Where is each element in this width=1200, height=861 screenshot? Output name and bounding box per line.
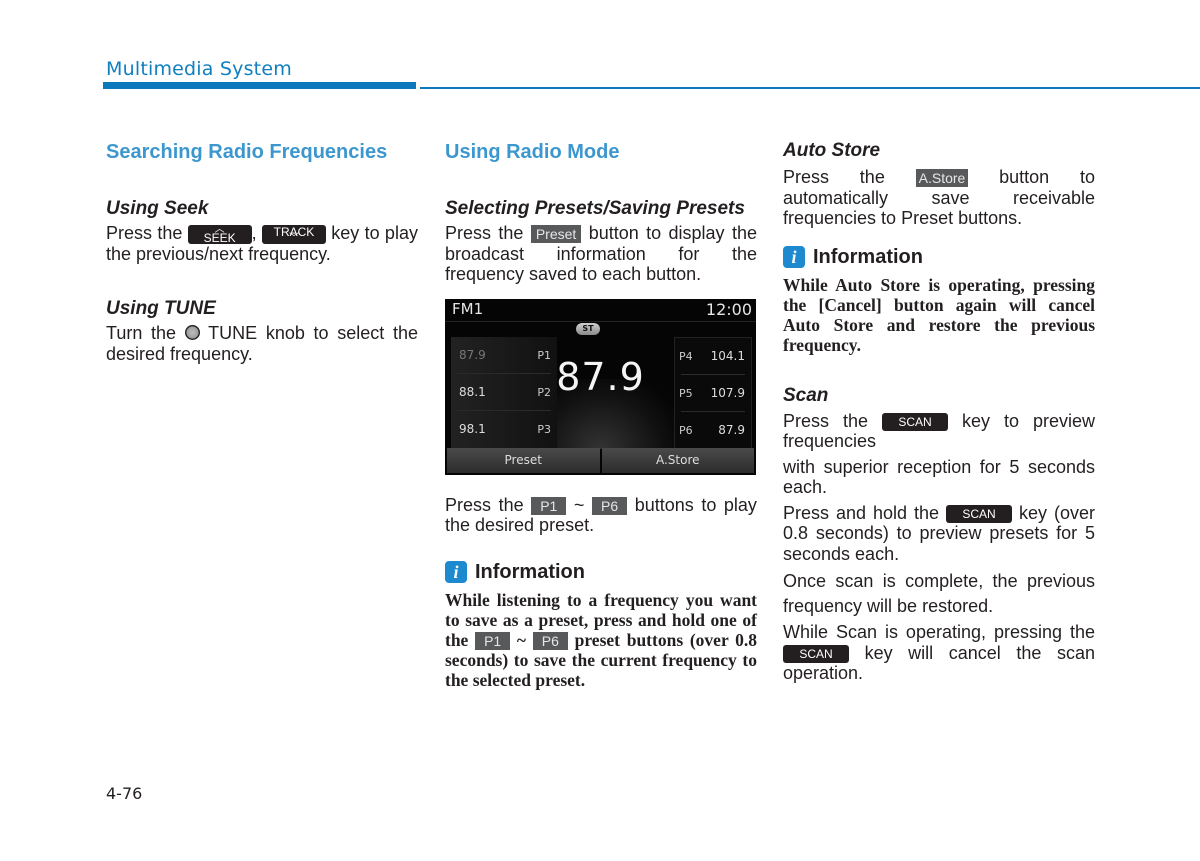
preset-p4[interactable]: P4 104.1: [675, 338, 751, 375]
scan-paragraph-1: Press the SCAN key to preview frequencie…: [783, 410, 1095, 452]
section-title-searching: Searching Radio Frequencies: [106, 141, 388, 163]
preset-p2[interactable]: 88.1 P2: [451, 374, 557, 411]
subtitle-using-seek: Using Seek: [106, 198, 209, 219]
seek-key: ︿ SEEK: [187, 224, 252, 245]
header-bar: [103, 82, 416, 89]
scan-key: SCAN: [783, 644, 849, 663]
radio-screen: FM1 12:00 ST 87.9 87.9 P1 88.1 P2 98.1 P…: [445, 298, 756, 475]
page-number: 4-76: [106, 784, 143, 803]
header-rule: [420, 87, 1200, 89]
chevron-down-icon: ﹀: [288, 232, 299, 244]
info-icon: i: [445, 561, 467, 583]
screen-topbar: FM1 12:00: [445, 299, 756, 322]
track-key: TRACK ﹀: [261, 224, 326, 244]
info-icon: i: [783, 246, 805, 268]
scan-key: SCAN: [882, 412, 948, 431]
scan-paragraph-4: Once scan is complete, the previous freq…: [783, 571, 1095, 616]
p6-key: P6: [592, 496, 628, 515]
column-searching: Searching Radio Frequencies Using Seek P…: [106, 140, 418, 364]
column-radio-mode: Using Radio Mode Selecting Presets/Savin…: [445, 140, 757, 690]
astore-key: A.Store: [915, 169, 969, 188]
info-heading: i Information: [445, 561, 757, 584]
stereo-badge: ST: [576, 322, 600, 335]
preset-key: Preset: [530, 225, 582, 244]
subtitle-scan: Scan: [783, 384, 829, 406]
p1-key: P1: [531, 496, 567, 515]
screen-preset-button[interactable]: Preset: [447, 447, 600, 473]
scan-paragraph-2: with superior reception for 5 seconds ea…: [783, 456, 1095, 498]
preset-p5[interactable]: P5 107.9: [675, 375, 751, 412]
header-title: Multimedia System: [106, 58, 292, 80]
seek-paragraph: Press the ︿ SEEK, TRACK ﹀ key to play the …: [106, 223, 418, 264]
subtitle-using-tune: Using TUNE: [106, 298, 216, 320]
info-paragraph-autostore: While Auto Store is operating, pressing …: [783, 274, 1095, 355]
p1-key: P1: [475, 632, 511, 651]
preset-paragraph: Press the Preset button to display the b…: [445, 223, 757, 284]
scan-key: SCAN: [946, 504, 1012, 523]
screen-button-bar: Preset A.Store: [447, 447, 754, 473]
preset-p6[interactable]: P6 87.9: [675, 412, 751, 449]
clock: 12:00: [705, 299, 752, 319]
screen-astore-button[interactable]: A.Store: [601, 447, 754, 473]
left-presets: 87.9 P1 88.1 P2 98.1 P3: [451, 336, 557, 449]
scan-paragraph-5: While Scan is operating, pressing the SC…: [783, 622, 1095, 683]
section-title-radio-mode: Using Radio Mode: [445, 141, 620, 163]
tune-knob-icon: [184, 325, 200, 341]
preset-p3[interactable]: 98.1 P3: [451, 411, 557, 448]
p6-key: P6: [532, 632, 568, 651]
right-presets: P4 104.1 P5 107.9 P6 87.9: [674, 336, 752, 451]
column-autostore-scan: Auto Store Press the A.Store button to a…: [783, 140, 1095, 684]
play-preset-paragraph: Press the P1 ~ P6 buttons to play the de…: [445, 494, 757, 536]
preset-p1[interactable]: 87.9 P1: [451, 337, 557, 374]
band-label: FM1: [452, 299, 484, 318]
info-heading: i Information: [783, 246, 1095, 269]
subtitle-presets: Selecting Presets/Saving Presets: [445, 198, 745, 219]
autostore-paragraph: Press the A.Store button to automaticall…: [783, 167, 1095, 228]
scan-paragraph-3: Press and hold the SCAN key (over 0.8 se…: [783, 502, 1095, 564]
tune-paragraph: Turn the TUNE knob to select the desired…: [106, 323, 418, 364]
subtitle-auto-store: Auto Store: [783, 140, 881, 161]
info-paragraph-presets: While listening to a frequency you want …: [445, 589, 758, 691]
